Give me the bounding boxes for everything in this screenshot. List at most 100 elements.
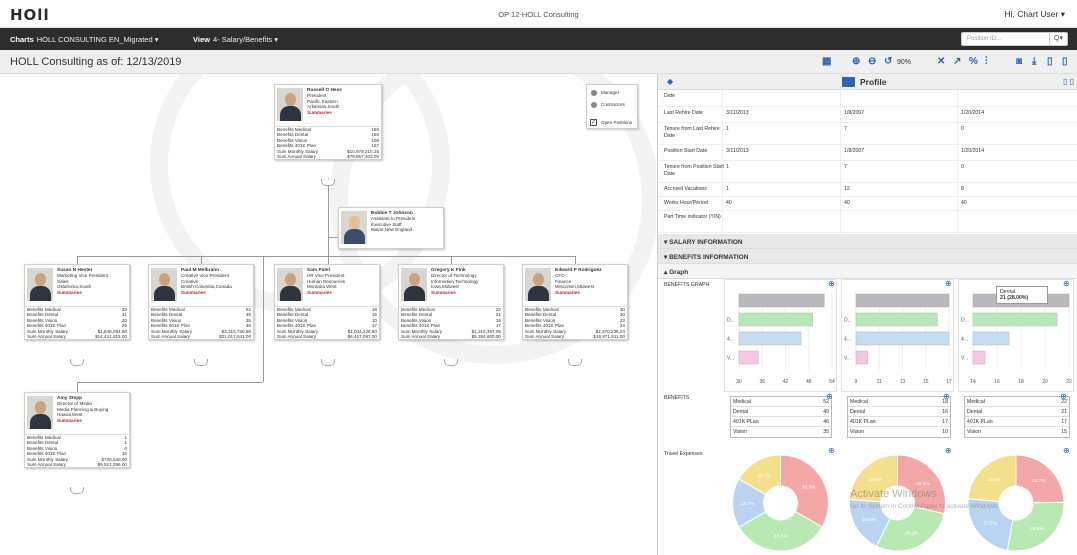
download-icon[interactable]: ⤓ (1032, 56, 1036, 68)
connector-line (77, 256, 78, 264)
zoom-table-icon[interactable]: ⊕ (826, 392, 833, 401)
expand-toggle[interactable] (70, 487, 84, 494)
summaries-link[interactable]: Summaries (555, 290, 627, 295)
fit-screen-icon[interactable]: ✕ (937, 56, 945, 68)
connector-line (328, 178, 329, 256)
expand-toggle[interactable] (321, 359, 335, 366)
benefits-bar-chart-2[interactable]: 9 11 13 15 17 D... 4... V... (841, 279, 954, 392)
summaries-link[interactable]: Summaries (307, 110, 379, 115)
expand-toggle[interactable] (70, 359, 84, 366)
zoom-chart-icon[interactable]: ⊕ (945, 279, 952, 288)
section-benefits-information[interactable]: ▾ BENEFITS INFORMATION (658, 249, 1077, 264)
zoom-chart-icon[interactable]: ⊕ (828, 446, 835, 455)
bar (855, 312, 938, 327)
zoom-out-icon[interactable]: ⊖ (868, 56, 876, 68)
app-title: OP 12-HOLL Consulting (498, 10, 579, 19)
bar (855, 350, 868, 365)
search-button[interactable]: Q▾ (1049, 33, 1067, 45)
category-label: D... (727, 318, 735, 324)
windows-activation-hint: Go to System in Control Panel to activat… (850, 503, 999, 510)
toolbar: HOLL Consulting as of: 12/13/2019 ▦ ⊕ ⊖ … (0, 50, 1077, 74)
zoom-chart-icon[interactable]: ⊕ (828, 279, 835, 288)
profile-row: Date (658, 90, 1077, 107)
employee-card-amy-stepp[interactable]: Amy Stepp Director of Media Media Planning… (24, 392, 130, 469)
org-chart-canvas[interactable]: Russell O Hess President Pacific Eastern Ar… (0, 74, 656, 555)
back-arrow-icon[interactable]: ◆ (667, 77, 673, 86)
summaries-link[interactable]: Summaries (181, 290, 253, 295)
employee-card-sam-patel[interactable]: Sam Patel HR Vice President Human Resource… (274, 264, 380, 341)
slice-label: 33.3% (802, 485, 816, 491)
manager-icon (591, 90, 597, 96)
expand-icon[interactable]: ↗ (953, 56, 961, 68)
top-bar: HOll OP 12-HOLL Consulting Hi, Chart Use… (0, 0, 1077, 28)
employee-card-russell-hess[interactable]: Russell O Hess President Pacific Eastern Ar… (274, 84, 382, 161)
charts-value[interactable]: HOLL CONSULTING EN_Migrated ▾ (37, 35, 159, 44)
bar (855, 331, 950, 346)
open-positions-checkbox[interactable]: ✓ (590, 119, 597, 126)
donut-slice (875, 506, 945, 552)
benefits-label: BENEFITS (664, 395, 690, 401)
profile-header: ◆ Profile ▯ ▯ (658, 74, 1077, 90)
profile-row: Tenure from Last Rehire Date 1 7 0 (658, 123, 1077, 145)
expand-toggle[interactable] (568, 359, 582, 366)
employee-card-paul-melbrann[interactable]: Paul M Melbrann Creative Vice President Cr… (148, 264, 254, 341)
profile-row: Position Start Date 3/11/2013 1/8/2007 1/20… (658, 145, 1077, 161)
zoom-chart-icon[interactable]: ⊕ (1063, 446, 1070, 455)
bar (855, 293, 950, 308)
user-menu[interactable]: Hi, Chart User ▾ (1005, 9, 1065, 20)
grid-view-icon[interactable]: ▦ (822, 56, 831, 68)
export-icon[interactable]: ▯ (1062, 56, 1068, 68)
x-tick-label: 54 (829, 379, 835, 385)
connector-line (77, 382, 263, 383)
zoom-in-icon[interactable]: ⊕ (852, 56, 860, 68)
slice-label: 28.1% (1030, 526, 1044, 532)
travel-donut-chart-3[interactable]: 24.7% 28.1% 23.5% 23.5% (958, 445, 1074, 555)
zoom-table-icon[interactable]: ⊕ (943, 392, 950, 401)
hierarchy-icon[interactable]: ⫶ (985, 56, 988, 68)
profile-row: Works Hour/Period 40 40 40 (658, 197, 1077, 211)
section-salary-information[interactable]: ▾ SALARY INFORMATION (658, 234, 1077, 249)
view-selector[interactable]: View 4- Salary/Benefits ▾ (193, 35, 278, 44)
profile-row: Tenure from Position Start Date 1 7 0 (658, 161, 1077, 183)
profile-icon (842, 77, 855, 87)
employee-card-gregory-fink[interactable]: Gregory K Fink Director of Technology Info… (398, 264, 504, 341)
avatar (27, 268, 53, 301)
link-icon[interactable]: % (969, 56, 978, 68)
camera-icon[interactable]: ◙ (1016, 56, 1022, 68)
zoom-chart-icon[interactable]: ⊕ (1063, 279, 1070, 288)
reset-zoom-icon[interactable]: ↺ (884, 56, 892, 68)
connector-line (328, 256, 329, 264)
avatar (525, 268, 551, 301)
employee-card-bobbie-johnson[interactable]: Bobbie T Johnson Assistant to President Ex… (338, 207, 444, 249)
zoom-table-icon[interactable]: ⊕ (1060, 392, 1067, 401)
expand-toggle[interactable] (444, 359, 458, 366)
employee-card-susan-hester[interactable]: Susan N Hester Marketing Vice President Sa… (24, 264, 130, 341)
x-tick-label: 17 (946, 379, 952, 385)
pdf-icon[interactable]: ▯ (1047, 56, 1053, 68)
charts-selector[interactable]: Charts HOLL CONSULTING EN_Migrated ▾ (10, 35, 158, 44)
view-label: View (193, 35, 210, 44)
slice-label: 28.6% (916, 481, 930, 487)
charts-label: Charts (10, 35, 34, 44)
summaries-link[interactable]: Summaries (307, 290, 379, 295)
travel-donut-chart-1[interactable]: 33.3% 33.3% 16.7% 16.7% (724, 445, 837, 555)
travel-donut-chart-2[interactable]: 28.6% 28.6% 19.0% 23.8% (841, 445, 954, 555)
slice-label: 24.7% (1032, 478, 1046, 484)
employee-card-edward-rodriguez[interactable]: Edward P Rodriguez CFO Finance Wisconsin,Mi… (522, 264, 628, 341)
expand-toggle[interactable] (194, 359, 208, 366)
view-value[interactable]: 4- Salary/Benefits ▾ (213, 35, 278, 44)
zoom-chart-icon[interactable]: ⊕ (945, 446, 952, 455)
expand-toggle[interactable] (321, 179, 335, 186)
slice-label: 33.3% (774, 533, 788, 539)
summaries-link[interactable]: Summaries (57, 418, 129, 423)
legend-open-positions: Open Positions (601, 120, 633, 125)
section-graph[interactable]: ▴ Graph (658, 264, 1077, 279)
category-label: 4... (844, 337, 851, 343)
summaries-link[interactable]: Summaries (57, 290, 129, 295)
summaries-link[interactable]: Summaries (431, 290, 503, 295)
benefits-bar-chart-1[interactable]: 30 36 42 48 54 D... 4... V... (724, 279, 837, 392)
chart-tooltip: Dental 21 (28.00%) (996, 286, 1048, 304)
export-icon[interactable]: ▯ ▯ (1063, 77, 1074, 86)
position-id-search-input[interactable]: Position ID... Q▾ (961, 32, 1068, 46)
slice-label: 23.8% (869, 477, 883, 483)
